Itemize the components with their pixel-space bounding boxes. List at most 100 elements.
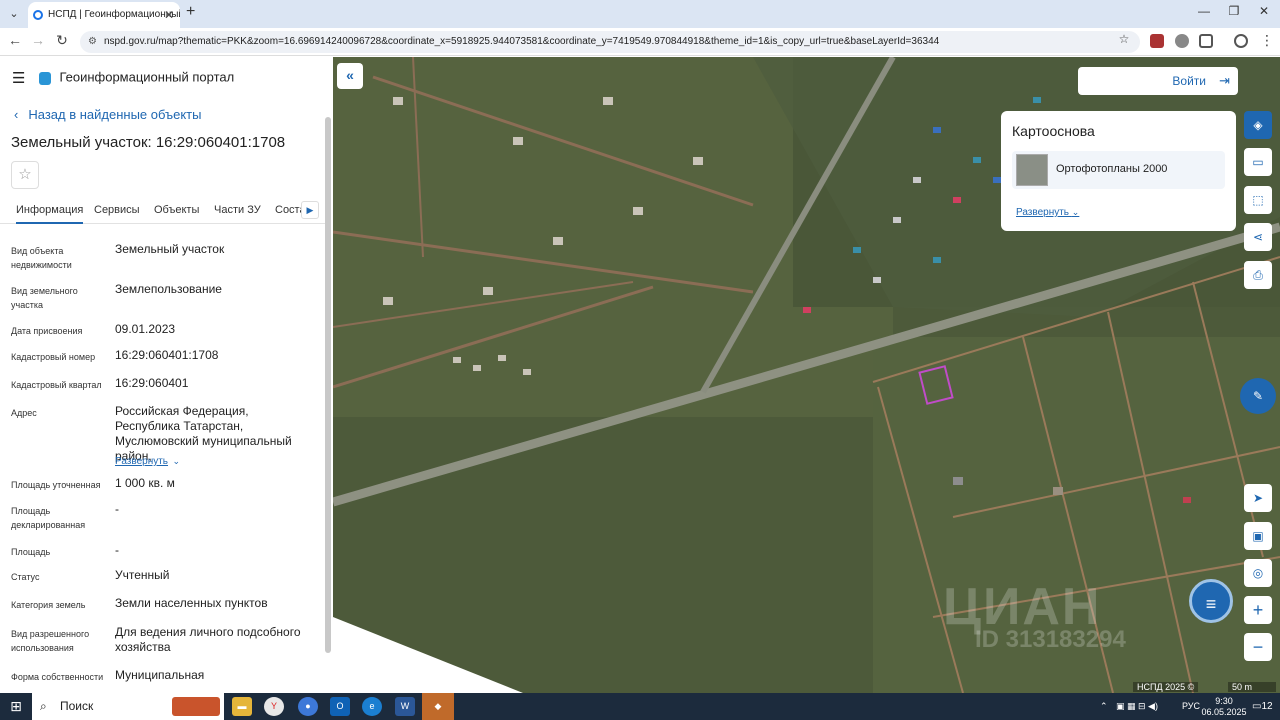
tab-list-icon[interactable]: ⌄ — [4, 4, 24, 24]
taskbar-search[interactable]: ⌕ Поиск — [32, 693, 224, 720]
prop-key: Категория земель — [11, 600, 86, 610]
reload-icon[interactable]: ↻ — [53, 32, 71, 49]
tab-parts[interactable]: Части ЗУ — [214, 204, 261, 216]
object-title: Земельный участок: 16:29:060401:1708 — [11, 134, 286, 151]
ruler-icon[interactable]: ▭ — [1244, 148, 1272, 176]
tabs-scroll-right-icon[interactable]: ▶ — [301, 201, 319, 219]
notifications-icon[interactable]: ▭12 — [1252, 693, 1273, 720]
prop-key: Площадь — [11, 547, 51, 557]
close-window-icon[interactable]: ✕ — [1254, 4, 1274, 18]
browser-tab[interactable]: НСПД | Геоинформационный ✕ — [28, 2, 180, 28]
bookmark-star-icon[interactable]: ☆ — [1115, 32, 1133, 46]
search-icon: ⌕ — [40, 699, 47, 713]
location-pin-icon[interactable]: ◎ — [1244, 559, 1272, 587]
prop-key: Кадастровый квартал — [11, 380, 102, 390]
back-to-results-link[interactable]: ‹ Назад в найденные объекты — [14, 107, 201, 122]
prop-key: Площадь уточненная — [11, 480, 101, 490]
prop-key: Кадастровый номер — [11, 352, 96, 362]
browser-tab-bar: ⌄ НСПД | Геоинформационный ✕ + — ❐ ✕ — [0, 0, 1280, 28]
login-icon: ⇥ — [1219, 73, 1230, 88]
map-attribution: НСПД 2025 © — [1133, 682, 1199, 692]
prop-value: 09.01.2023 — [115, 322, 176, 336]
address-bar: ← → ↻ ⚙ nspd.gov.ru/map?thematic=PKK&zoo… — [0, 28, 1280, 56]
extension-icon[interactable] — [1175, 34, 1189, 48]
map-canvas[interactable]: « Войти ⇥ Картооснова Ортофотопланы 2000 … — [333, 57, 1280, 693]
keyboard-language[interactable]: РУС — [1182, 693, 1200, 720]
portal-header: ☰ Геоинформационный портал — [12, 69, 234, 87]
basemap-option[interactable]: Ортофотопланы 2000 — [1012, 151, 1225, 189]
back-icon[interactable]: ← — [6, 32, 24, 48]
clock-date: 06.05.2025 — [1201, 707, 1247, 717]
geolocation-icon[interactable]: ➤ — [1244, 484, 1272, 512]
outlook-icon[interactable]: O — [330, 697, 350, 716]
portal-title: Геоинформационный портал — [59, 69, 235, 85]
chevron-down-icon: ⌄ — [172, 456, 181, 466]
watermark-id: ID 313183294 — [975, 626, 1126, 653]
tab-title: НСПД | Геоинформационный — [48, 9, 180, 20]
tab-info[interactable]: Информация — [16, 204, 84, 224]
url-text: nspd.gov.ru/map?thematic=PKK&zoom=16.696… — [104, 36, 940, 47]
basemap-title: Картооснова — [1012, 123, 1095, 139]
close-tab-icon[interactable]: ✕ — [164, 2, 174, 28]
chevron-left-icon: ‹ — [14, 107, 19, 122]
restore-icon[interactable]: ❐ — [1224, 4, 1244, 18]
site-settings-icon[interactable]: ⚙ — [88, 31, 97, 53]
chrome-icon[interactable]: ● — [298, 697, 318, 716]
windows-taskbar: ⊞ ⌕ Поиск ▬ Y ● O e W ◆ ⌃ ▣ ▦ ⊟ ◀) РУС 9… — [0, 693, 1280, 720]
basemap-expand-link[interactable]: Развернуть ⌄ — [1016, 207, 1079, 218]
forward-icon[interactable]: → — [29, 32, 47, 48]
layers-icon[interactable]: ◈ — [1244, 111, 1272, 139]
yandex-browser-icon[interactable]: Y — [264, 697, 284, 716]
chat-bubble-icon[interactable]: ≡ — [1189, 579, 1233, 623]
minimize-icon[interactable]: — — [1194, 4, 1214, 18]
prop-value: Земли населенных пунктов — [115, 596, 268, 610]
tab-objects[interactable]: Объекты — [154, 204, 199, 216]
hamburger-menu-icon[interactable]: ☰ — [12, 69, 25, 87]
address-expand-link[interactable]: Развернуть ⌄ — [115, 451, 180, 469]
url-field[interactable]: ⚙ nspd.gov.ru/map?thematic=PKK&zoom=16.6… — [80, 31, 1140, 53]
windows-start-icon[interactable]: ⊞ — [0, 693, 32, 720]
zoom-out-icon[interactable]: − — [1244, 633, 1272, 661]
edge-icon[interactable]: e — [362, 697, 382, 716]
prop-key: Площадь декларированная — [11, 506, 86, 530]
file-explorer-icon[interactable]: ▬ — [232, 697, 252, 716]
browser-menu-icon[interactable]: ⋮ — [1258, 32, 1276, 49]
prop-key: Форма собственности — [11, 672, 104, 682]
search-highlight-icon — [172, 697, 220, 716]
prop-value: Для ведения личного подсобного хозяйства — [115, 625, 301, 654]
sidebar-scrollbar[interactable] — [325, 117, 331, 653]
prop-key: Вид разрешенного использования — [11, 629, 90, 653]
assistant-icon[interactable]: ✎ — [1240, 378, 1276, 414]
prop-value: - — [115, 502, 119, 516]
notification-count: 12 — [1261, 701, 1273, 712]
prop-key: Статус — [11, 572, 40, 582]
tab-services[interactable]: Сервисы — [94, 204, 140, 216]
basemap-label: Ортофотопланы 2000 — [1056, 163, 1168, 175]
word-icon[interactable]: W — [395, 697, 415, 716]
extension-icon[interactable] — [1150, 34, 1164, 48]
login-button[interactable]: Войти ⇥ — [1078, 67, 1238, 95]
profile-icon[interactable] — [1234, 34, 1248, 48]
collapse-sidebar-button[interactable]: « — [337, 63, 363, 89]
tray-icons[interactable]: ▣ ▦ ⊟ ◀) — [1116, 693, 1158, 720]
back-label: Назад в найденные объекты — [28, 107, 202, 122]
zoom-in-icon[interactable]: + — [1244, 596, 1272, 624]
clock-time: 9:30 — [1215, 696, 1233, 706]
portal-logo-icon — [39, 71, 52, 85]
new-tab-icon[interactable]: + — [186, 3, 195, 21]
info-sidebar: ☰ Геоинформационный портал ‹ Назад в найде… — [0, 57, 333, 693]
share-icon[interactable]: ⋖ — [1244, 223, 1272, 251]
select-area-icon[interactable]: ⬚ — [1244, 186, 1272, 214]
app-icon[interactable]: ◆ — [422, 693, 454, 720]
extensions-puzzle-icon[interactable] — [1199, 34, 1213, 48]
search-label: Поиск — [60, 699, 94, 713]
print-icon[interactable]: ⎙ — [1244, 261, 1272, 289]
taskbar-clock[interactable]: 9:30 06.05.2025 — [1200, 696, 1248, 718]
favorite-star-icon[interactable]: ☆ — [11, 161, 39, 189]
minimap-icon[interactable]: ▣ — [1244, 522, 1272, 550]
tray-chevron-icon[interactable]: ⌃ — [1100, 693, 1108, 720]
prop-value: Муниципальная — [115, 668, 205, 682]
map-scale: 50 m — [1228, 682, 1276, 692]
basemap-thumbnail — [1016, 154, 1048, 186]
prop-value: 16:29:060401 — [115, 376, 189, 390]
